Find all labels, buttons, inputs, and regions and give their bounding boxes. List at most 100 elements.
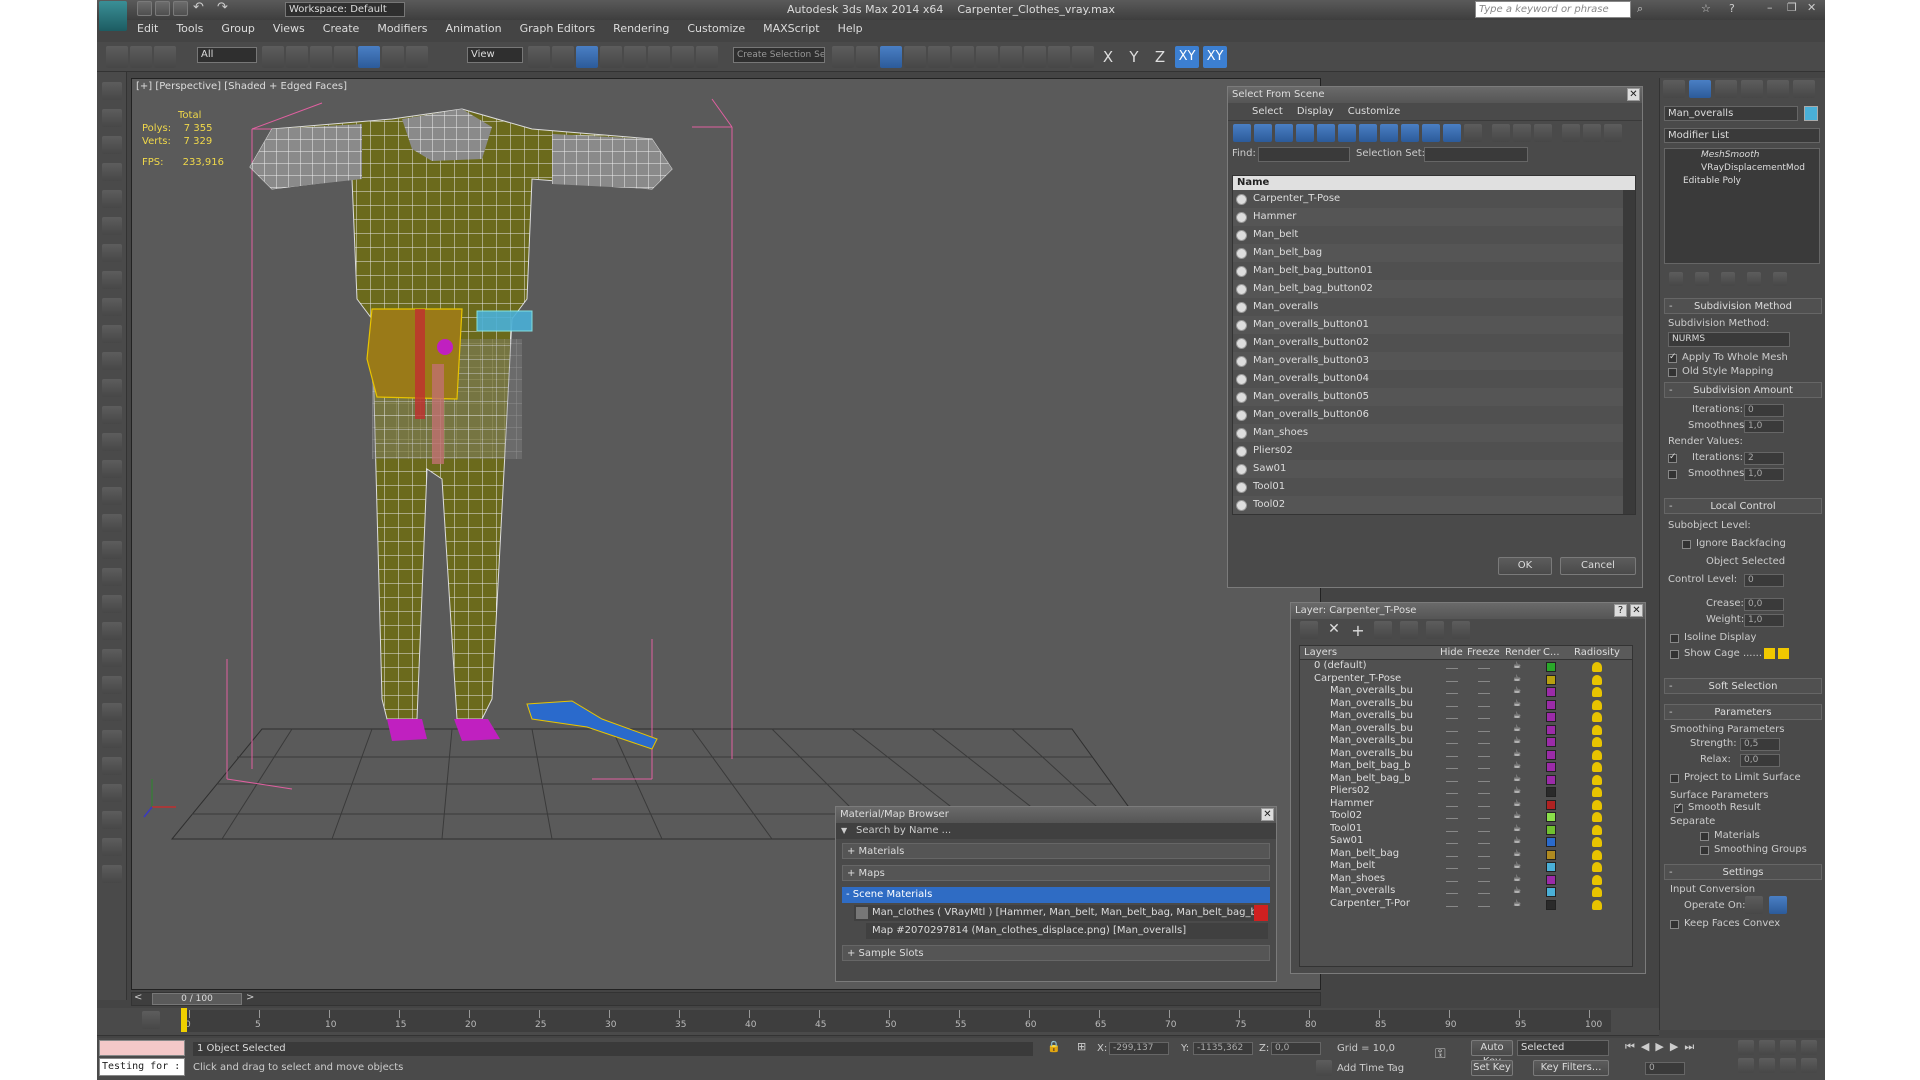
- layer-row[interactable]: Man_overalls_bu ☕: [1300, 710, 1632, 723]
- left-tool-light-icon[interactable]: [102, 190, 122, 208]
- smoothness-spinner[interactable]: 1,0: [1744, 420, 1784, 433]
- search-box[interactable]: Type a keyword or phrase: [1475, 1, 1631, 18]
- hide-all-layers-icon[interactable]: [1426, 621, 1444, 639]
- layer-color-swatch[interactable]: [1546, 824, 1556, 835]
- key-set-dropdown[interactable]: Selected: [1517, 1040, 1609, 1056]
- name-column-header[interactable]: Name: [1233, 176, 1635, 190]
- render-teapot-icon[interactable]: ☕: [1513, 660, 1521, 673]
- hide-toggle[interactable]: [1446, 893, 1458, 894]
- layer-color-swatch[interactable]: [1546, 712, 1556, 722]
- left-tool-ripple-icon[interactable]: [102, 757, 122, 775]
- go-to-end-icon[interactable]: ⏭: [1684, 1040, 1694, 1054]
- local-control-rollout[interactable]: Local Control: [1664, 498, 1822, 515]
- render-teapot-icon[interactable]: ☕: [1513, 823, 1521, 836]
- layer-row[interactable]: Saw01 ☕: [1300, 835, 1632, 848]
- object-list-item[interactable]: Man_overalls_button02: [1233, 334, 1635, 352]
- object-list-item[interactable]: Man_overalls_button01: [1233, 316, 1635, 334]
- next-frame-arrow[interactable]: >: [246, 992, 254, 1003]
- col-radiosity[interactable]: Radiosity: [1574, 646, 1620, 660]
- display-shapes-icon[interactable]: [1254, 124, 1272, 142]
- freeze-toggle[interactable]: [1478, 730, 1490, 732]
- display-lights-icon[interactable]: [1275, 124, 1293, 142]
- left-tool-shapes-icon[interactable]: [102, 325, 122, 343]
- layer-color-swatch[interactable]: [1546, 799, 1556, 810]
- move-icon[interactable]: [358, 46, 380, 68]
- object-list-item[interactable]: Man_belt_bag_button02: [1233, 280, 1635, 298]
- render-iterations-checkbox[interactable]: [1668, 452, 1677, 463]
- spinner-snap-icon[interactable]: [672, 46, 694, 68]
- radiosity-icon[interactable]: [1592, 662, 1602, 672]
- freeze-toggle[interactable]: [1478, 743, 1490, 744]
- hide-toggle[interactable]: [1446, 818, 1458, 819]
- radiosity-icon[interactable]: [1592, 762, 1602, 772]
- left-tool-cylinder-icon[interactable]: [102, 163, 122, 181]
- freeze-toggle[interactable]: [1478, 830, 1490, 832]
- axis-xy-cycle-button[interactable]: XY: [1203, 46, 1227, 68]
- parameters-rollout[interactable]: Parameters: [1664, 704, 1822, 721]
- layer-dialog-help-icon[interactable]: ?: [1614, 604, 1627, 617]
- cage-color-2[interactable]: [1778, 648, 1789, 659]
- rect-select-icon[interactable]: [310, 46, 332, 68]
- keyboard-shortcut-icon[interactable]: [576, 46, 598, 68]
- stack-item-meshsmooth[interactable]: MeshSmooth: [1665, 149, 1819, 162]
- set-key-button[interactable]: Set Key: [1471, 1060, 1513, 1076]
- close-icon[interactable]: ✕: [1807, 1, 1816, 14]
- graphite-icon[interactable]: [904, 46, 926, 68]
- stack-item-editable-poly[interactable]: Editable Poly: [1665, 175, 1819, 188]
- freeze-toggle[interactable]: [1478, 793, 1490, 794]
- isoline-display-checkbox[interactable]: [1670, 634, 1679, 643]
- subdiv-method-dropdown[interactable]: NURMS: [1668, 332, 1790, 347]
- select-by-name-icon[interactable]: [286, 46, 308, 68]
- menu-modifiers[interactable]: Modifiers: [377, 22, 427, 38]
- maps-group[interactable]: + Maps: [842, 865, 1270, 881]
- object-list-item[interactable]: Carpenter_T-Pose: [1233, 190, 1635, 208]
- freeze-all-layers-icon[interactable]: [1452, 621, 1470, 639]
- x-coord-field[interactable]: -299,137: [1109, 1042, 1169, 1055]
- left-tool-spacewarp-icon[interactable]: [102, 271, 122, 289]
- menu-animation[interactable]: Animation: [446, 22, 502, 38]
- render-teapot-icon[interactable]: ☕: [1513, 885, 1521, 898]
- freeze-toggle[interactable]: [1478, 805, 1490, 807]
- highlight-layer-icon[interactable]: [1400, 621, 1418, 639]
- render-teapot-icon[interactable]: ☕: [1513, 835, 1521, 848]
- render-teapot-icon[interactable]: ☕: [1513, 673, 1521, 686]
- select-in-layer-icon[interactable]: [1374, 621, 1392, 639]
- display-bones-icon[interactable]: [1401, 124, 1419, 142]
- select-scene-tab-display[interactable]: Display: [1297, 103, 1334, 120]
- show-end-result-icon[interactable]: [1695, 272, 1709, 286]
- radiosity-icon[interactable]: [1592, 824, 1602, 835]
- radiosity-icon[interactable]: [1592, 749, 1602, 760]
- left-tool-symmetry-icon[interactable]: [102, 460, 122, 478]
- zoom-all-icon[interactable]: [1759, 1040, 1775, 1055]
- apply-whole-mesh-checkbox[interactable]: [1668, 352, 1677, 363]
- hide-toggle[interactable]: [1446, 780, 1458, 782]
- star-icon[interactable]: ☆: [1701, 2, 1711, 15]
- layer-row[interactable]: Man_overalls_bu ☕: [1300, 735, 1632, 748]
- left-tool-sweep-icon[interactable]: [102, 514, 122, 532]
- left-tool-twist-icon[interactable]: [102, 568, 122, 586]
- prev-key-icon[interactable]: ◀: [1641, 1040, 1649, 1054]
- weight-spinner[interactable]: 1,0: [1744, 614, 1784, 627]
- select-scene-close-icon[interactable]: ✕: [1627, 88, 1640, 101]
- key-icon[interactable]: ⚿: [1435, 1046, 1446, 1062]
- search-options-icon[interactable]: ▼: [841, 823, 847, 839]
- render-teapot-icon[interactable]: ☕: [1513, 685, 1521, 698]
- percent-snap-icon[interactable]: [648, 46, 670, 68]
- select-object-icon[interactable]: [262, 46, 284, 68]
- render-teapot-icon[interactable]: ☕: [1513, 773, 1521, 786]
- radiosity-icon[interactable]: [1592, 724, 1602, 735]
- maxscript-listener[interactable]: [99, 1040, 185, 1056]
- left-tool-wave-icon[interactable]: [102, 730, 122, 748]
- hide-toggle[interactable]: [1446, 743, 1458, 744]
- edit-named-sel-icon[interactable]: [696, 46, 718, 68]
- workspace-dropdown[interactable]: Workspace: Default: [285, 2, 405, 17]
- time-slider-thumb[interactable]: 0 / 100: [152, 993, 242, 1005]
- bind-spacewarp-icon[interactable]: [154, 46, 176, 68]
- object-list-item[interactable]: Tool01: [1233, 478, 1635, 496]
- absolute-mode-icon[interactable]: ⊞: [1077, 1040, 1086, 1053]
- menu-create[interactable]: Create: [323, 22, 360, 38]
- render-iterations-spinner[interactable]: 2: [1744, 452, 1784, 465]
- menu-help[interactable]: Help: [838, 22, 863, 38]
- layer-row[interactable]: 0 (default) ☕: [1300, 660, 1632, 673]
- create-tab-icon[interactable]: [1663, 80, 1685, 98]
